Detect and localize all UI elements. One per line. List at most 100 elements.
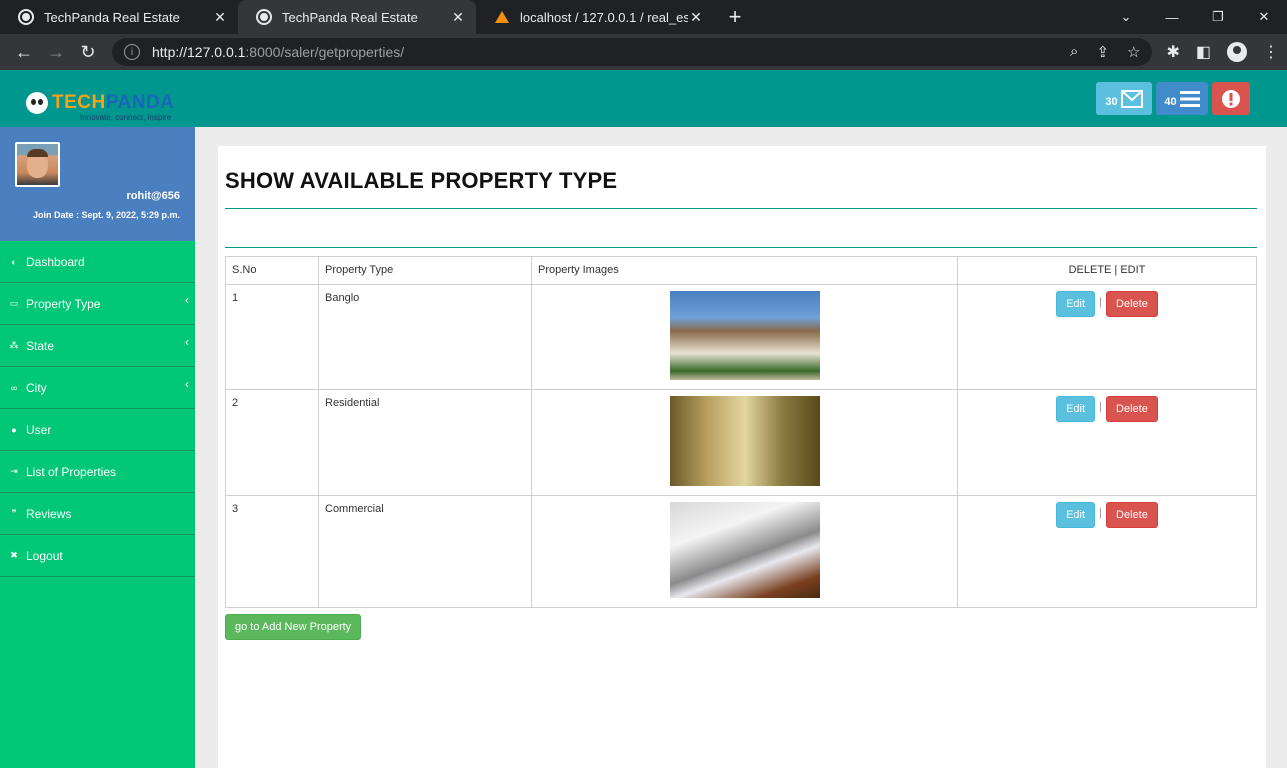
- tab-title: localhost / 127.0.0.1 / real_estate: [520, 9, 688, 25]
- zoom-icon[interactable]: ⌕: [1070, 43, 1078, 61]
- close-window-button[interactable]: ✕: [1241, 0, 1287, 34]
- menu-kebab-icon[interactable]: ⋮: [1263, 42, 1279, 62]
- browser-tab-bar: TechPanda Real Estate ✕ TechPanda Real E…: [0, 0, 1287, 34]
- delete-button[interactable]: Delete: [1105, 396, 1158, 422]
- share-icon[interactable]: ⇪: [1096, 43, 1109, 61]
- sidebar-item-state[interactable]: ⁂ State ‹: [0, 325, 195, 367]
- sidebar-item-label: State: [26, 338, 55, 353]
- dashboard-icon: ◐: [11, 256, 17, 267]
- desktop-icon: ▭: [9, 298, 19, 308]
- property-type-table: S.No Property Type Property Images DELET…: [225, 256, 1257, 608]
- property-image: [669, 291, 820, 380]
- back-button[interactable]: ←: [8, 42, 40, 63]
- close-icon: ✖: [10, 550, 18, 560]
- minimize-button[interactable]: —: [1149, 0, 1195, 34]
- row-property-type: Commercial: [318, 495, 532, 608]
- close-tab-icon[interactable]: ✕: [212, 9, 228, 26]
- browser-toolbar: ← → ↻ i http://127.0.0.1 :8000/saler/get…: [0, 34, 1287, 70]
- toolbar-icons: ✱ ◧ ⋮: [1166, 42, 1279, 62]
- page-title: SHOW AVAILABLE PROPERTY TYPE: [225, 168, 618, 193]
- sidebar-item-label: Property Type: [26, 296, 101, 311]
- bookmark-star-icon[interactable]: ☆: [1127, 43, 1140, 61]
- envelope-icon: [1120, 89, 1143, 108]
- sidebar-item-reviews[interactable]: ❞ Reviews: [0, 493, 195, 535]
- brand-tagline: Innovate, connect, inspire: [80, 113, 172, 122]
- tab-search-icon[interactable]: ⌄: [1103, 0, 1149, 34]
- globe-icon: [18, 9, 34, 25]
- reload-button[interactable]: ↻: [72, 42, 104, 63]
- sidebar: rohit@656 Join Date : Sept. 9, 2022, 5:2…: [0, 127, 195, 768]
- address-bar[interactable]: i http://127.0.0.1 :8000/saler/getproper…: [112, 38, 1153, 66]
- tasks-count: 40: [1164, 95, 1177, 108]
- side-panel-icon[interactable]: ◧: [1196, 42, 1211, 62]
- sidebar-item-label: User: [26, 422, 52, 437]
- add-new-property-button[interactable]: go to Add New Property: [225, 614, 362, 640]
- quote-icon: ❞: [11, 508, 17, 518]
- delete-button[interactable]: Delete: [1105, 291, 1158, 317]
- sign-in-icon: ⇥: [10, 466, 18, 476]
- browser-tab-1[interactable]: TechPanda Real Estate ✕: [0, 0, 238, 34]
- table-row: 1 Banglo Edit | Delete: [225, 284, 1257, 390]
- sidebar-item-logout[interactable]: ✖ Logout: [0, 535, 195, 577]
- sidebar-item-label: Dashboard: [26, 254, 85, 269]
- edit-button[interactable]: Edit: [1056, 291, 1096, 317]
- new-tab-button[interactable]: +: [722, 4, 748, 30]
- messages-button[interactable]: 30: [1096, 82, 1152, 115]
- delete-button[interactable]: Delete: [1105, 502, 1158, 528]
- sidebar-item-label: List of Properties: [26, 464, 117, 479]
- bicycle-icon: ∞: [10, 382, 18, 393]
- sidebar-item-label: Reviews: [26, 506, 72, 521]
- edit-button[interactable]: Edit: [1056, 502, 1096, 528]
- window-controls: ⌄ — ❐ ✕: [1103, 0, 1287, 34]
- avatar: [15, 142, 60, 187]
- row-property-type: Residential: [318, 389, 532, 496]
- profile-avatar-icon[interactable]: [1227, 42, 1247, 62]
- chevron-left-icon: ‹: [185, 293, 189, 307]
- browser-tab-2[interactable]: TechPanda Real Estate ✕: [238, 0, 476, 34]
- close-tab-icon[interactable]: ✕: [450, 9, 466, 26]
- site-info-icon[interactable]: i: [124, 44, 140, 60]
- property-image: [669, 502, 820, 598]
- user-icon: ●: [11, 424, 17, 435]
- sidebar-item-dashboard[interactable]: ◐ Dashboard: [0, 241, 195, 283]
- omnibox-actions: ⌕ ⇪ ☆: [1070, 43, 1140, 61]
- globe-icon: [256, 9, 272, 25]
- chevron-left-icon: ‹: [185, 335, 189, 349]
- row-sno: 3: [225, 495, 319, 608]
- url-path: :8000/saler/getproperties/: [245, 44, 405, 60]
- edit-button[interactable]: Edit: [1056, 396, 1096, 422]
- row-actions: Edit | Delete: [957, 284, 1257, 390]
- tasks-button[interactable]: 40: [1156, 82, 1208, 115]
- restore-button[interactable]: ❐: [1195, 0, 1241, 34]
- messages-count: 30: [1105, 95, 1118, 108]
- row-property-type: Banglo: [318, 284, 532, 390]
- browser-tab-3[interactable]: localhost / 127.0.0.1 / real_estate ✕: [476, 0, 714, 34]
- content-panel: SHOW AVAILABLE PROPERTY TYPE S.No Proper…: [218, 146, 1266, 768]
- sidebar-item-property-type[interactable]: ▭ Property Type ‹: [0, 283, 195, 325]
- alert-icon: [1222, 89, 1240, 108]
- panda-icon: [26, 92, 48, 114]
- section-divider: [225, 247, 1257, 248]
- sidebar-item-city[interactable]: ∞ City ‹: [0, 367, 195, 409]
- profile-join-date: Join Date : Sept. 9, 2022, 5:29 p.m.: [32, 210, 180, 220]
- action-separator: |: [1099, 296, 1102, 308]
- row-image-cell: [531, 284, 958, 390]
- alerts-button[interactable]: [1212, 82, 1250, 115]
- column-header: DELETE | EDIT: [957, 256, 1257, 285]
- close-tab-icon[interactable]: ✕: [688, 9, 704, 26]
- sitemap-icon: ⁂: [9, 340, 19, 350]
- row-sno: 1: [225, 284, 319, 390]
- brand-logo[interactable]: TECHPANDA Innovate, connect, inspire: [26, 92, 175, 122]
- profile-panel: rohit@656 Join Date : Sept. 9, 2022, 5:2…: [0, 127, 195, 241]
- column-header: S.No: [225, 256, 319, 285]
- profile-username: rohit@656: [126, 190, 180, 202]
- sidebar-item-user[interactable]: ● User: [0, 409, 195, 451]
- table-header-row: S.No Property Type Property Images DELET…: [225, 256, 1257, 285]
- brand-name: TECHPANDA: [52, 92, 175, 113]
- forward-button[interactable]: →: [40, 42, 72, 63]
- action-separator: |: [1099, 507, 1102, 519]
- sidebar-item-list-of-properties[interactable]: ⇥ List of Properties: [0, 451, 195, 493]
- extensions-icon[interactable]: ✱: [1166, 42, 1179, 62]
- table-row: 3 Commercial Edit | Delete: [225, 495, 1257, 608]
- row-image-cell: [531, 495, 958, 608]
